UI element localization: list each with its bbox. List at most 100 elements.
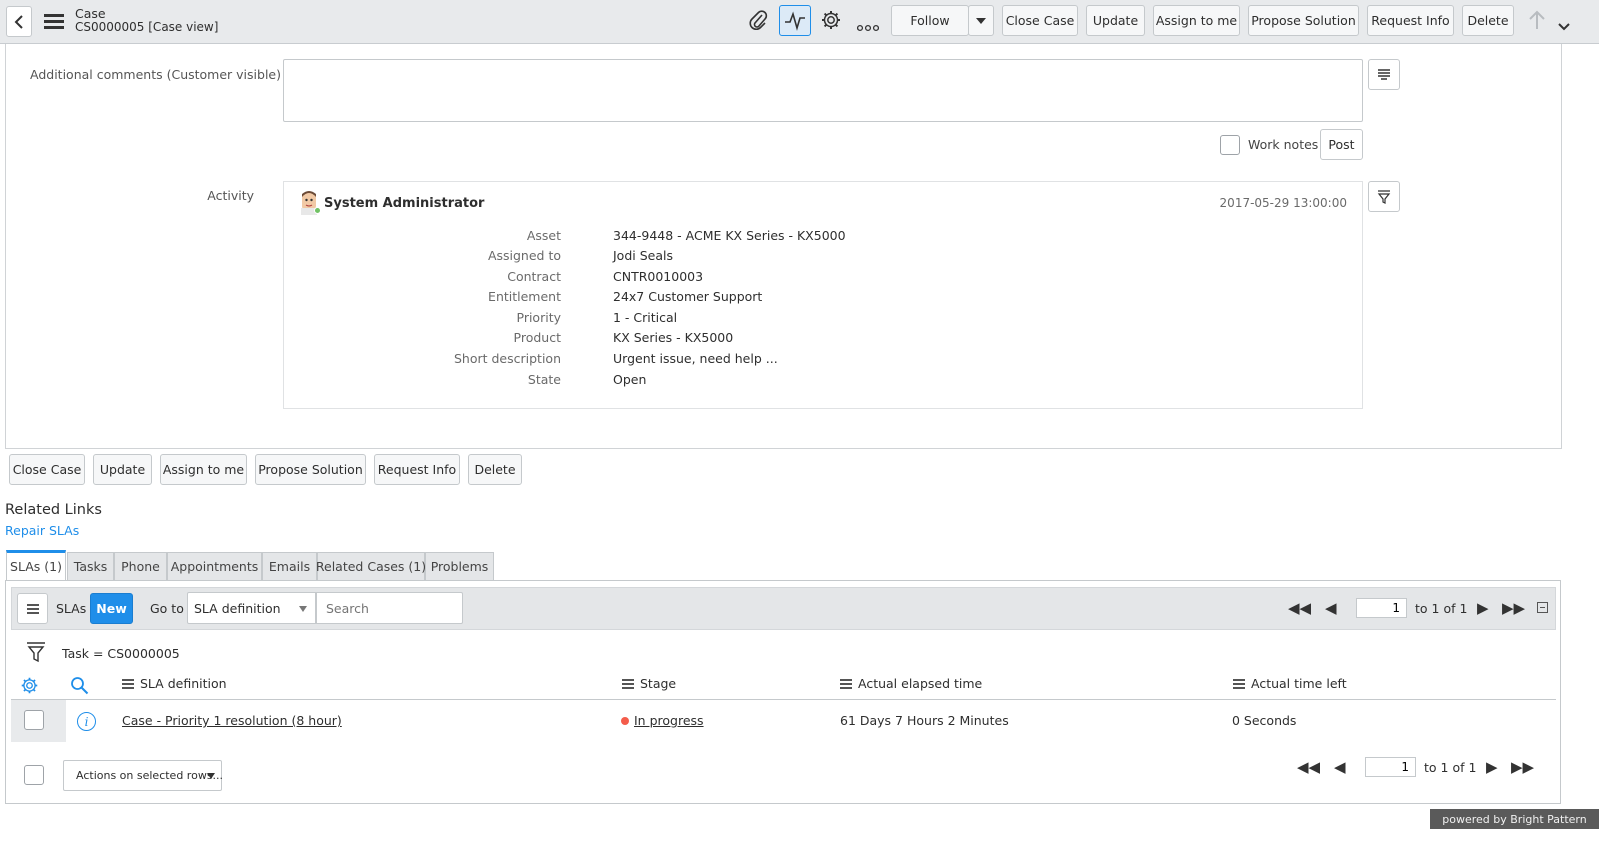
- delete-button[interactable]: Delete: [468, 454, 522, 485]
- online-status-dot: [314, 207, 321, 214]
- caret-down-icon: [207, 773, 215, 779]
- row-checkbox[interactable]: [24, 710, 44, 730]
- tab-label: Problems: [430, 559, 489, 574]
- column-menu-icon[interactable]: [622, 678, 634, 689]
- collapse-list-icon[interactable]: [1537, 602, 1548, 613]
- follow-dropdown-button[interactable]: [968, 5, 994, 36]
- stage-status-dot: [621, 717, 629, 725]
- goto-select[interactable]: SLA definition: [187, 592, 316, 624]
- tab-phone[interactable]: Phone: [114, 552, 167, 580]
- additional-comments-field[interactable]: [283, 59, 1363, 122]
- list-search-input[interactable]: [316, 592, 463, 624]
- first-page-icon[interactable]: ◀◀: [1297, 760, 1320, 775]
- propose-solution-button[interactable]: Propose Solution: [255, 454, 366, 485]
- tab-related-cases[interactable]: Related Cases (1): [315, 552, 427, 580]
- field-value-short-description: Urgent issue, need help ...: [613, 351, 778, 366]
- filter-icon[interactable]: [26, 641, 46, 667]
- stage-link[interactable]: In progress: [634, 713, 704, 728]
- column-menu-icon[interactable]: [122, 678, 134, 689]
- first-page-icon[interactable]: ◀◀: [1288, 601, 1311, 616]
- paperclip-icon[interactable]: [748, 9, 768, 35]
- tab-tasks[interactable]: Tasks: [67, 552, 114, 580]
- tab-label: Related Cases (1): [315, 559, 427, 574]
- column-menu-icon[interactable]: [1233, 678, 1245, 689]
- previous-page-icon[interactable]: ◀: [1325, 601, 1337, 616]
- arrow-up-icon[interactable]: [1528, 10, 1546, 34]
- button-label: Request Info: [1371, 13, 1450, 28]
- tab-emails[interactable]: Emails: [262, 552, 317, 580]
- assign-to-me-button[interactable]: Assign to me: [160, 454, 247, 485]
- chevron-left-icon: [14, 14, 23, 29]
- work-notes-label: Work notes: [1248, 137, 1319, 152]
- chevron-down-icon[interactable]: [1558, 16, 1570, 35]
- next-page-icon[interactable]: ▶: [1486, 760, 1498, 775]
- activity-filter-button[interactable]: [1368, 181, 1400, 212]
- more-options-icon[interactable]: [856, 17, 880, 36]
- new-button[interactable]: New: [90, 593, 133, 624]
- field-label-priority: Priority: [516, 310, 562, 325]
- page-number-input-bottom[interactable]: [1365, 757, 1416, 777]
- column-header-stage[interactable]: Stage: [622, 676, 676, 691]
- last-page-icon[interactable]: ▶▶: [1511, 760, 1534, 775]
- avatar: [299, 191, 321, 215]
- header-assign-to-me-button[interactable]: Assign to me: [1153, 5, 1240, 36]
- sla-definition-link[interactable]: Case - Priority 1 resolution (8 hour): [122, 713, 342, 728]
- previous-page-icon[interactable]: ◀: [1334, 760, 1346, 775]
- header-request-info-button[interactable]: Request Info: [1367, 5, 1454, 36]
- request-info-button[interactable]: Request Info: [374, 454, 460, 485]
- update-button[interactable]: Update: [93, 454, 152, 485]
- activity-stream-icon[interactable]: [779, 5, 811, 36]
- goto-select-value: SLA definition: [194, 601, 281, 616]
- column-menu-icon[interactable]: [840, 678, 852, 689]
- column-header-sla-definition[interactable]: SLA definition: [122, 676, 227, 691]
- actions-select[interactable]: Actions on selected rows...: [63, 760, 224, 791]
- column-label: Stage: [640, 676, 677, 691]
- list-search-icon[interactable]: [70, 676, 89, 699]
- gear-icon[interactable]: [820, 9, 842, 35]
- repair-slas-link[interactable]: Repair SLAs: [5, 523, 79, 538]
- column-label: Actual time left: [1251, 676, 1347, 691]
- button-label: New: [96, 601, 127, 616]
- header-delete-button[interactable]: Delete: [1462, 5, 1514, 36]
- list-personalize-gear-icon[interactable]: [20, 676, 39, 699]
- actions-select-value: Actions on selected rows...: [76, 769, 224, 782]
- work-notes-checkbox[interactable]: [1220, 135, 1240, 155]
- last-page-icon[interactable]: ▶▶: [1502, 601, 1525, 616]
- follow-button[interactable]: Follow: [891, 5, 969, 36]
- page-count-text: to 1 of 1: [1415, 601, 1468, 616]
- column-header-actual-elapsed-time[interactable]: Actual elapsed time: [840, 676, 982, 691]
- hamburger-icon: [26, 603, 39, 614]
- select-all-checkbox[interactable]: [24, 765, 44, 785]
- header-propose-solution-button[interactable]: Propose Solution: [1248, 5, 1359, 36]
- list-menu-button[interactable]: [17, 593, 48, 624]
- header-update-button[interactable]: Update: [1086, 5, 1145, 36]
- info-icon[interactable]: i: [77, 712, 96, 731]
- activity-user-name: System Administrator: [324, 196, 485, 211]
- tab-appointments[interactable]: Appointments: [167, 552, 262, 580]
- next-page-icon[interactable]: ▶: [1477, 601, 1489, 616]
- close-case-button[interactable]: Close Case: [9, 454, 85, 485]
- field-label-asset: Asset: [526, 228, 561, 243]
- post-button[interactable]: Post: [1320, 129, 1363, 160]
- column-label: Actual elapsed time: [858, 676, 983, 691]
- menu-icon[interactable]: [44, 13, 64, 29]
- filter-breadcrumb[interactable]: Task = CS0000005: [62, 646, 180, 661]
- tab-problems[interactable]: Problems: [425, 552, 494, 580]
- field-value-priority: 1 - Critical: [613, 310, 678, 325]
- header-close-case-button[interactable]: Close Case: [1002, 5, 1078, 36]
- back-button[interactable]: [6, 6, 32, 37]
- tab-slas[interactable]: SLAs (1): [6, 550, 66, 580]
- powered-by-badge[interactable]: powered by Bright Pattern: [1430, 809, 1599, 829]
- page-number-input[interactable]: [1356, 598, 1407, 618]
- tab-label: SLAs (1): [10, 559, 62, 574]
- comments-template-button[interactable]: [1368, 59, 1400, 90]
- actual-time-left-value: 0 Seconds: [1232, 713, 1297, 728]
- tab-label: Tasks: [73, 559, 108, 574]
- page-count-text-bottom: to 1 of 1: [1424, 760, 1477, 775]
- column-header-actual-time-left[interactable]: Actual time left: [1233, 676, 1347, 691]
- button-label: Delete: [474, 462, 516, 477]
- actual-elapsed-time-value: 61 Days 7 Hours 2 Minutes: [840, 713, 1009, 728]
- field-value-state: Open: [613, 372, 647, 387]
- form-title: Case: [75, 6, 106, 21]
- form-header: Case CS0000005 [Case view] Follow Close …: [0, 0, 1599, 44]
